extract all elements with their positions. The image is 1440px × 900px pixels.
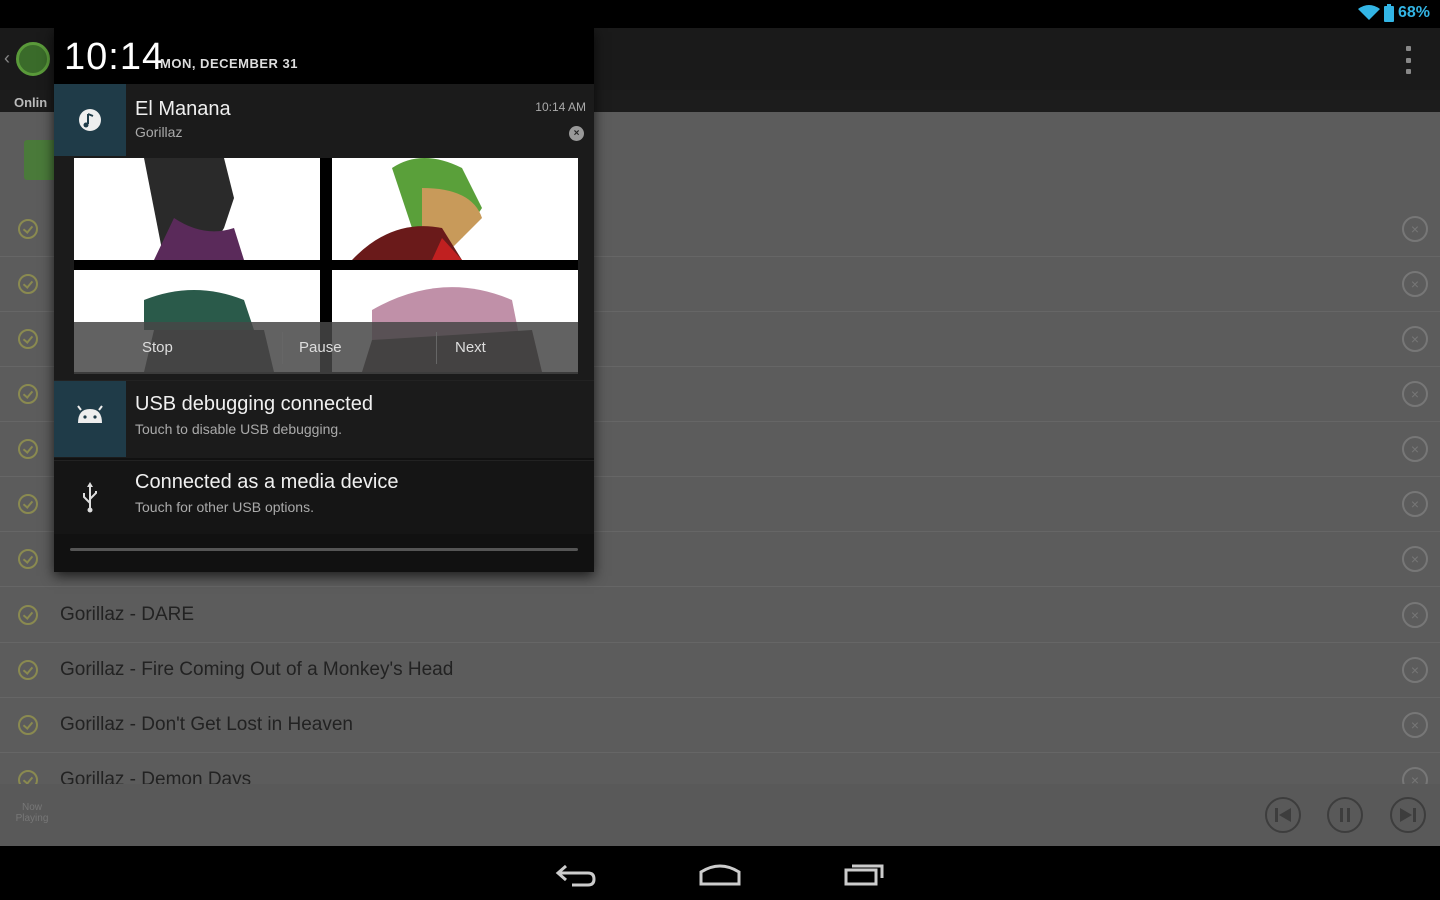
check-icon[interactable] xyxy=(18,439,38,459)
track-title: Gorillaz - Don't Get Lost in Heaven xyxy=(60,714,353,735)
clock: 10:14 xyxy=(64,36,165,78)
media-device-notification[interactable]: Connected as a media device Touch for ot… xyxy=(54,460,594,534)
now-playing-bar xyxy=(0,784,1440,846)
recent-apps-button[interactable] xyxy=(842,858,886,888)
date: MON, DECEMBER 31 xyxy=(160,56,299,71)
media-device-icon-cell xyxy=(54,461,126,533)
previous-button[interactable] xyxy=(1265,797,1301,833)
back-button[interactable] xyxy=(554,858,598,888)
next-icon xyxy=(1400,808,1416,822)
remove-icon[interactable]: × xyxy=(1402,326,1428,352)
pause-icon xyxy=(1340,808,1350,822)
check-icon[interactable] xyxy=(18,494,38,514)
add-button[interactable] xyxy=(24,140,58,180)
remove-icon[interactable]: × xyxy=(1402,381,1428,407)
home-icon xyxy=(699,864,741,886)
check-icon[interactable] xyxy=(18,770,38,784)
check-icon[interactable] xyxy=(18,549,38,569)
album-art-panel xyxy=(332,158,578,260)
previous-icon xyxy=(1275,808,1291,822)
divider xyxy=(436,332,437,364)
list-item[interactable]: Gorillaz - Fire Coming Out of a Monkey's… xyxy=(0,643,1440,698)
battery-percent: 68% xyxy=(1397,4,1430,21)
battery-icon xyxy=(1383,4,1394,22)
media-device-title: Connected as a media device xyxy=(135,471,399,493)
check-icon[interactable] xyxy=(18,329,38,349)
back-icon xyxy=(555,864,596,887)
media-device-subtitle: Touch for other USB options. xyxy=(135,499,314,515)
check-icon[interactable] xyxy=(18,715,38,735)
track-title: Gorillaz - Demon Days xyxy=(60,769,252,784)
divider xyxy=(282,332,283,364)
list-item[interactable]: Gorillaz - Don't Get Lost in Heaven × xyxy=(0,698,1440,753)
track-title: Gorillaz - DARE xyxy=(60,604,195,625)
check-icon[interactable] xyxy=(18,274,38,294)
overflow-menu-button[interactable] xyxy=(1406,46,1412,74)
recent-apps-icon xyxy=(844,864,884,886)
home-button[interactable] xyxy=(698,858,742,888)
song-artist: Gorillaz xyxy=(135,124,183,140)
usb-debugging-icon-cell xyxy=(54,381,126,457)
check-icon[interactable] xyxy=(18,219,38,239)
status-bar: 68% xyxy=(0,0,1440,28)
usb-debugging-notification[interactable]: USB debugging connected Touch to disable… xyxy=(54,380,594,458)
notification-time: 10:14 AM xyxy=(535,100,586,114)
next-button[interactable]: Next xyxy=(455,322,486,374)
up-chevron-icon[interactable]: ‹ xyxy=(4,48,14,68)
now-playing-label[interactable]: Now Playing xyxy=(10,802,54,824)
remove-icon[interactable]: × xyxy=(1402,271,1428,297)
album-art-panel xyxy=(74,158,320,260)
notification-shade: 10:14 MON, DECEMBER 31 El Manana Gorilla… xyxy=(54,28,594,572)
android-icon xyxy=(77,405,103,423)
shade-header: 10:14 MON, DECEMBER 31 xyxy=(54,28,594,84)
status-indicators: 68% xyxy=(1357,4,1430,22)
remove-icon[interactable]: × xyxy=(1402,712,1428,738)
remove-icon[interactable]: × xyxy=(1402,216,1428,242)
check-icon[interactable] xyxy=(18,660,38,680)
check-icon[interactable] xyxy=(18,384,38,404)
next-button[interactable] xyxy=(1390,797,1426,833)
remove-icon[interactable]: × xyxy=(1402,546,1428,572)
usb-icon xyxy=(83,482,97,513)
dismiss-icon[interactable]: × xyxy=(569,126,584,141)
remove-icon[interactable]: × xyxy=(1402,491,1428,517)
player-controls: Stop Pause Next xyxy=(74,322,578,374)
track-title: Gorillaz - Fire Coming Out of a Monkey's… xyxy=(60,659,454,680)
check-icon[interactable] xyxy=(18,605,38,625)
remove-icon[interactable]: × xyxy=(1402,657,1428,683)
song-title: El Manana xyxy=(135,98,231,120)
music-note-icon xyxy=(79,109,101,131)
stop-button[interactable]: Stop xyxy=(142,322,173,374)
remove-icon[interactable]: × xyxy=(1402,767,1428,784)
music-notification-icon-cell xyxy=(54,84,126,156)
remove-icon[interactable]: × xyxy=(1402,436,1428,462)
tab-online[interactable]: Onlin xyxy=(14,95,47,110)
pause-button[interactable] xyxy=(1327,797,1363,833)
usb-debugging-title: USB debugging connected xyxy=(135,393,373,415)
usb-debugging-subtitle: Touch to disable USB debugging. xyxy=(135,421,343,437)
shade-drag-handle[interactable] xyxy=(70,548,578,551)
list-item[interactable]: Gorillaz - Demon Days × xyxy=(0,753,1440,784)
remove-icon[interactable]: × xyxy=(1402,602,1428,628)
list-item[interactable]: Gorillaz - DARE × xyxy=(0,588,1440,643)
pause-button[interactable]: Pause xyxy=(299,322,342,374)
music-notification[interactable]: El Manana Gorillaz 10:14 AM × Stop Pause… xyxy=(54,84,594,380)
wifi-icon xyxy=(1357,5,1380,20)
app-logo[interactable] xyxy=(16,42,50,76)
